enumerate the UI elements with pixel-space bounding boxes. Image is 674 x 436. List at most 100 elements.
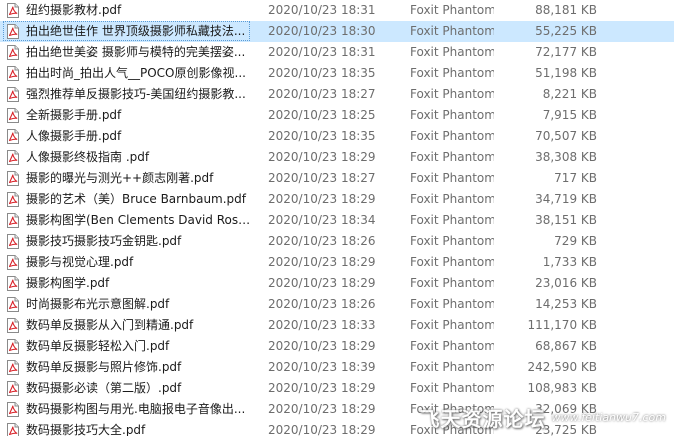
pdf-file-icon [7, 171, 19, 186]
file-row[interactable]: 拍出时尚_拍出人气__POCO原创影像视... 2020/10/23 18:35 F… [0, 63, 674, 84]
file-row[interactable]: 拍出绝世美姿 摄影师与模特的完美摆姿... 2020/10/23 18:31 Fox… [0, 42, 674, 63]
pdf-file-icon [7, 129, 19, 144]
file-name[interactable]: 数码单反摄影轻松入门.pdf [26, 336, 252, 357]
file-modified-date: 2020/10/23 18:27 [268, 87, 376, 101]
file-modified-date: 2020/10/23 18:26 [268, 297, 376, 311]
file-modified-date: 2020/10/23 18:29 [268, 339, 376, 353]
file-row[interactable]: 全新摄影手册.pdf 2020/10/23 18:25 Foxit PhantomP… [0, 105, 674, 126]
file-name[interactable]: 全新摄影手册.pdf [26, 105, 252, 126]
file-name[interactable]: 纽约摄影教材.pdf [26, 0, 252, 21]
file-name[interactable]: 时尚摄影布光示意图解.pdf [26, 294, 252, 315]
file-modified-date: 2020/10/23 18:29 [268, 402, 376, 416]
file-type: Foxit PhantomP... [410, 297, 494, 311]
file-name[interactable]: 人像摄影终极指南 .pdf [26, 147, 252, 168]
pdf-file-icon [7, 339, 19, 354]
file-size: 72,177 KB [535, 45, 597, 59]
pdf-file-icon [7, 66, 19, 81]
file-row[interactable]: 摄影的曝光与测光++颜志刚著.pdf 2020/10/23 18:27 Foxit … [0, 168, 674, 189]
file-type: Foxit PhantomP... [410, 129, 494, 143]
file-name[interactable]: 拍出时尚_拍出人气__POCO原创影像视... [26, 63, 252, 84]
file-row[interactable]: 纽约摄影教材.pdf 2020/10/23 18:31 Foxit PhantomP… [0, 0, 674, 21]
pdf-file-icon [7, 360, 19, 375]
file-type: Foxit PhantomP... [410, 234, 494, 248]
file-row[interactable]: 摄影与视觉心理.pdf 2020/10/23 18:29 Foxit Phantom… [0, 252, 674, 273]
pdf-file-icon [7, 297, 19, 312]
file-type: Foxit PhantomP... [410, 192, 494, 206]
file-type: Foxit PhantomP... [410, 402, 494, 416]
file-size: 729 KB [554, 234, 597, 248]
file-modified-date: 2020/10/23 18:29 [268, 150, 376, 164]
file-type: Foxit PhantomP... [410, 24, 494, 38]
file-row[interactable]: 数码摄影构图与用光.电脑报电子音像出... 2020/10/23 18:29 Fox… [0, 399, 674, 420]
pdf-file-icon [7, 150, 19, 165]
pdf-file-icon [7, 87, 19, 102]
file-modified-date: 2020/10/23 18:35 [268, 66, 376, 80]
file-size: 70,507 KB [535, 129, 597, 143]
file-size: 23,725 KB [535, 423, 597, 436]
file-modified-date: 2020/10/23 18:33 [268, 318, 376, 332]
pdf-file-icon [7, 381, 19, 396]
file-size: 34,719 KB [535, 192, 597, 206]
file-size: 7,915 KB [542, 108, 597, 122]
file-size: 68,867 KB [535, 339, 597, 353]
file-type: Foxit PhantomP... [410, 87, 494, 101]
file-modified-date: 2020/10/23 18:34 [268, 213, 376, 227]
file-row[interactable]: 摄影技巧摄影技巧金钥匙.pdf 2020/10/23 18:26 Foxit Pha… [0, 231, 674, 252]
file-row[interactable]: 人像摄影手册.pdf 2020/10/23 18:35 Foxit PhantomP… [0, 126, 674, 147]
file-name[interactable]: 摄影构图学.pdf [26, 273, 252, 294]
file-name[interactable]: 数码单反摄影与照片修饰.pdf [26, 357, 252, 378]
file-type: Foxit PhantomP... [410, 276, 494, 290]
file-size: 23,016 KB [535, 276, 597, 290]
file-row[interactable]: 摄影构图学(Ben Clements David Rose... 2020/10/… [0, 210, 674, 231]
file-type: Foxit PhantomP... [410, 108, 494, 122]
file-name[interactable]: 摄影的艺术（美）Bruce Barnbaum.pdf [26, 189, 252, 210]
pdf-file-icon [7, 24, 19, 39]
file-name[interactable]: 摄影的曝光与测光++颜志刚著.pdf [26, 168, 252, 189]
file-size: 38,308 KB [535, 150, 597, 164]
file-name[interactable]: 数码单反摄影从入门到精通.pdf [26, 315, 252, 336]
file-row[interactable]: 时尚摄影布光示意图解.pdf 2020/10/23 18:26 Foxit Phan… [0, 294, 674, 315]
file-type: Foxit PhantomP... [410, 66, 494, 80]
file-modified-date: 2020/10/23 18:30 [268, 24, 376, 38]
pdf-file-icon [7, 192, 19, 207]
file-modified-date: 2020/10/23 18:29 [268, 423, 376, 436]
file-modified-date: 2020/10/23 18:29 [268, 276, 376, 290]
file-row[interactable]: 数码单反摄影与照片修饰.pdf 2020/10/23 18:39 Foxit Pha… [0, 357, 674, 378]
file-type: Foxit PhantomP... [410, 255, 494, 269]
file-name[interactable]: 拍出绝世美姿 摄影师与模特的完美摆姿... [26, 42, 252, 63]
file-name[interactable]: 摄影与视觉心理.pdf [26, 252, 252, 273]
file-row[interactable]: 人像摄影终极指南 .pdf 2020/10/23 18:29 Foxit Phant… [0, 147, 674, 168]
file-modified-date: 2020/10/23 18:29 [268, 255, 376, 269]
file-row[interactable]: 数码单反摄影轻松入门.pdf 2020/10/23 18:29 Foxit Phan… [0, 336, 674, 357]
file-name[interactable]: 数码摄影必读（第二版）.pdf [26, 378, 252, 399]
file-name[interactable]: 拍出绝世佳作 世界顶级摄影师私藏技法... [26, 21, 252, 42]
file-name[interactable]: 人像摄影手册.pdf [26, 126, 252, 147]
pdf-file-icon [7, 423, 19, 436]
file-row[interactable]: 强烈推荐单反摄影技巧-美国纽约摄影教... 2020/10/23 18:27 Fox… [0, 84, 674, 105]
file-row[interactable]: 摄影的艺术（美）Bruce Barnbaum.pdf 2020/10/23 18:… [0, 189, 674, 210]
file-name[interactable]: 数码摄影构图与用光.电脑报电子音像出... [26, 399, 252, 420]
file-type: Foxit PhantomP... [410, 423, 494, 436]
file-row[interactable]: 数码摄影必读（第二版）.pdf 2020/10/23 18:29 Foxit Pha… [0, 378, 674, 399]
file-modified-date: 2020/10/23 18:29 [268, 381, 376, 395]
file-modified-date: 2020/10/23 18:35 [268, 129, 376, 143]
pdf-file-icon [7, 402, 19, 417]
file-row[interactable]: 数码单反摄影从入门到精通.pdf 2020/10/23 18:33 Foxit Ph… [0, 315, 674, 336]
file-type: Foxit PhantomP... [410, 381, 494, 395]
file-modified-date: 2020/10/23 18:29 [268, 192, 376, 206]
file-size: 717 KB [554, 171, 597, 185]
file-row[interactable]: 摄影构图学.pdf 2020/10/23 18:29 Foxit PhantomP.… [0, 273, 674, 294]
file-modified-date: 2020/10/23 18:31 [268, 45, 376, 59]
file-modified-date: 2020/10/23 18:39 [268, 360, 376, 374]
file-name[interactable]: 摄影技巧摄影技巧金钥匙.pdf [26, 231, 252, 252]
file-name[interactable]: 数码摄影技巧大全.pdf [26, 420, 252, 436]
pdf-file-icon [7, 255, 19, 270]
file-name[interactable]: 强烈推荐单反摄影技巧-美国纽约摄影教... [26, 84, 252, 105]
file-type: Foxit PhantomP... [410, 318, 494, 332]
pdf-file-icon [7, 108, 19, 123]
file-name[interactable]: 摄影构图学(Ben Clements David Rose... [26, 210, 252, 231]
file-type: Foxit PhantomP... [410, 339, 494, 353]
file-row[interactable]: 拍出绝世佳作 世界顶级摄影师私藏技法... 2020/10/23 18:30 Fox… [0, 21, 674, 42]
file-type: Foxit PhantomP... [410, 213, 494, 227]
file-row[interactable]: 数码摄影技巧大全.pdf 2020/10/23 18:29 Foxit Phanto… [0, 420, 674, 436]
